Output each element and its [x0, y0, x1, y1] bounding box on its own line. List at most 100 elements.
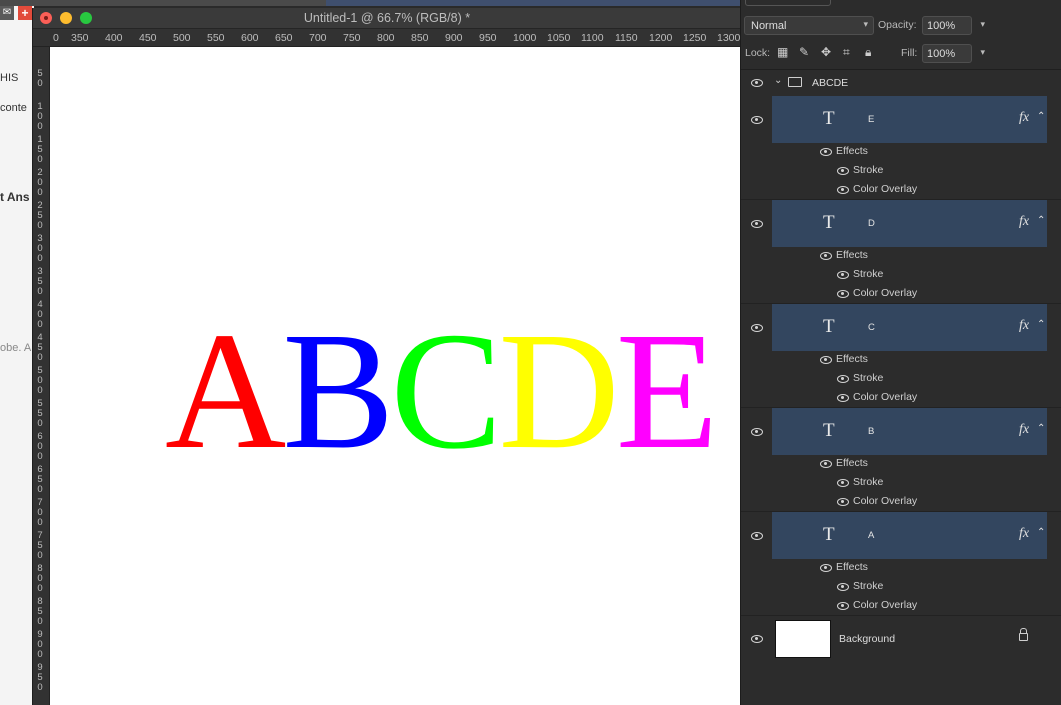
visibility-eye-icon[interactable]: [837, 479, 849, 487]
layer-effects-icon[interactable]: fx: [1019, 422, 1029, 438]
visibility-eye-icon[interactable]: [837, 167, 849, 175]
layer-name: A: [868, 530, 875, 541]
lock-position-icon[interactable]: ✥: [821, 45, 831, 59]
letter-a: A: [165, 298, 286, 484]
color-overlay-effect[interactable]: Color Overlay: [853, 495, 917, 507]
screen: ✉ + HIS conte t Ans obe. A Untitled-1 @ …: [0, 0, 1061, 705]
lock-all-icon[interactable]: 🔒︎: [865, 45, 871, 60]
visibility-eye-icon[interactable]: [751, 79, 763, 87]
horizontal-ruler[interactable]: 0 350 400 450 500 550 600 650 700 750 800 850 900 950…: [33, 29, 741, 47]
effects-label: Effects: [836, 353, 868, 365]
color-overlay-effect[interactable]: Color Overlay: [853, 183, 917, 195]
layer-group-abcde[interactable]: ⌄ ABCDE: [741, 70, 1061, 96]
fill-field[interactable]: 100% ▾: [922, 44, 985, 63]
chevron-down-icon[interactable]: ▾: [980, 19, 985, 30]
ruler-label: 0: [53, 32, 59, 44]
chevron-down-icon[interactable]: ⌄: [774, 75, 782, 86]
layer-c[interactable]: T Cfx ⌃ Effects Stroke Color Overlay: [741, 304, 1061, 408]
layer-a[interactable]: T Afx ⌃ Effects Stroke Color Overlay: [741, 512, 1061, 616]
layer-row[interactable]: [772, 304, 1047, 351]
visibility-eye-icon[interactable]: [837, 290, 849, 298]
color-overlay-effect[interactable]: Color Overlay: [853, 391, 917, 403]
document-titlebar[interactable]: Untitled-1 @ 66.7% (RGB/8) *: [33, 8, 741, 29]
chevron-down-icon[interactable]: ▾: [980, 47, 985, 58]
chevron-up-icon[interactable]: ⌃: [1037, 319, 1045, 330]
layer-background[interactable]: Background: [741, 616, 1061, 662]
visibility-eye-icon[interactable]: [751, 324, 763, 332]
visibility-eye-icon[interactable]: [820, 356, 832, 364]
visibility-eye-icon[interactable]: [837, 498, 849, 506]
visibility-eye-icon[interactable]: [837, 271, 849, 279]
layer-row[interactable]: [772, 512, 1047, 559]
ruler-label: 700: [37, 497, 43, 528]
stroke-effect[interactable]: Stroke: [853, 372, 883, 384]
document-title: Untitled-1 @ 66.7% (RGB/8) *: [303, 11, 471, 25]
document-window: Untitled-1 @ 66.7% (RGB/8) * 0 350 400 450 5…: [32, 8, 741, 705]
document-canvas[interactable]: ABCDE: [50, 47, 741, 705]
visibility-eye-icon[interactable]: [751, 220, 763, 228]
layer-name: D: [868, 218, 875, 229]
opacity-value: 100%: [927, 20, 956, 32]
layer-row[interactable]: [772, 408, 1047, 455]
visibility-eye-icon[interactable]: [751, 635, 763, 643]
ruler-label: 250: [37, 200, 43, 231]
ruler-label: 150: [37, 134, 43, 165]
layer-effects-icon[interactable]: fx: [1019, 318, 1029, 334]
stroke-effect[interactable]: Stroke: [853, 476, 883, 488]
ruler-label: 650: [275, 32, 293, 44]
visibility-eye-icon[interactable]: [751, 116, 763, 124]
layer-row[interactable]: [772, 96, 1047, 143]
lock-image-pixels-icon[interactable]: ✎: [799, 45, 809, 59]
chevron-up-icon[interactable]: ⌃: [1037, 423, 1045, 434]
layer-effects-icon[interactable]: fx: [1019, 110, 1029, 126]
type-layer-icon: T: [823, 524, 835, 545]
layer-thumbnail: [775, 620, 831, 658]
layer-b[interactable]: T Bfx ⌃ Effects Stroke Color Overlay: [741, 408, 1061, 512]
layer-row[interactable]: [772, 200, 1047, 247]
layer-e[interactable]: T Efx ⌃ Effects Stroke Color Overlay: [741, 96, 1061, 200]
visibility-eye-icon[interactable]: [820, 564, 832, 572]
fill-value: 100%: [927, 48, 956, 60]
visibility-eye-icon[interactable]: [751, 532, 763, 540]
mail-icon[interactable]: ✉: [0, 6, 14, 20]
visibility-eye-icon[interactable]: [837, 375, 849, 383]
visibility-eye-icon[interactable]: [837, 583, 849, 591]
color-overlay-effect[interactable]: Color Overlay: [853, 599, 917, 611]
visibility-eye-icon[interactable]: [837, 186, 849, 194]
kind-filter-dropdown[interactable]: [745, 0, 831, 6]
effects-label: Effects: [836, 145, 868, 157]
lock-transparent-pixels-icon[interactable]: ▦: [777, 45, 788, 59]
ruler-label: 1300: [717, 32, 741, 44]
layers-panel: Normal ▾ Opacity: 100% ▾ Lock: ▦ ✎ ✥ ⌗ 🔒…: [740, 0, 1061, 705]
chevron-up-icon[interactable]: ⌃: [1037, 215, 1045, 226]
type-layer-icon: T: [823, 420, 835, 441]
opacity-field[interactable]: 100% ▾: [922, 16, 985, 35]
layer-d[interactable]: T Dfx ⌃ Effects Stroke Color Overlay: [741, 200, 1061, 304]
visibility-eye-icon[interactable]: [837, 394, 849, 402]
stroke-effect[interactable]: Stroke: [853, 580, 883, 592]
stroke-effect[interactable]: Stroke: [853, 268, 883, 280]
chevron-up-icon[interactable]: ⌃: [1037, 111, 1045, 122]
layer-effects-icon[interactable]: fx: [1019, 526, 1029, 542]
blend-mode-dropdown[interactable]: Normal ▾: [744, 16, 874, 35]
visibility-eye-icon[interactable]: [751, 428, 763, 436]
visibility-eye-icon[interactable]: [820, 252, 832, 260]
ruler-label: 500: [37, 365, 43, 396]
type-layer-icon: T: [823, 316, 835, 337]
visibility-eye-icon[interactable]: [837, 602, 849, 610]
effects-label: Effects: [836, 457, 868, 469]
chevron-up-icon[interactable]: ⌃: [1037, 527, 1045, 538]
vertical-ruler[interactable]: 50 100 150 200 250 300 350 400 450 500 550 600 650 70…: [33, 47, 50, 705]
artboard-autonest-icon[interactable]: ⌗: [843, 45, 850, 60]
ruler-label: 850: [37, 596, 43, 627]
lock-icon[interactable]: [1019, 628, 1028, 641]
ruler-label: 200: [37, 167, 43, 198]
layer-effects-icon[interactable]: fx: [1019, 214, 1029, 230]
add-icon[interactable]: +: [18, 6, 32, 20]
blend-mode-value: Normal: [751, 20, 787, 32]
ruler-label: 100: [37, 101, 43, 132]
color-overlay-effect[interactable]: Color Overlay: [853, 287, 917, 299]
stroke-effect[interactable]: Stroke: [853, 164, 883, 176]
visibility-eye-icon[interactable]: [820, 148, 832, 156]
visibility-eye-icon[interactable]: [820, 460, 832, 468]
